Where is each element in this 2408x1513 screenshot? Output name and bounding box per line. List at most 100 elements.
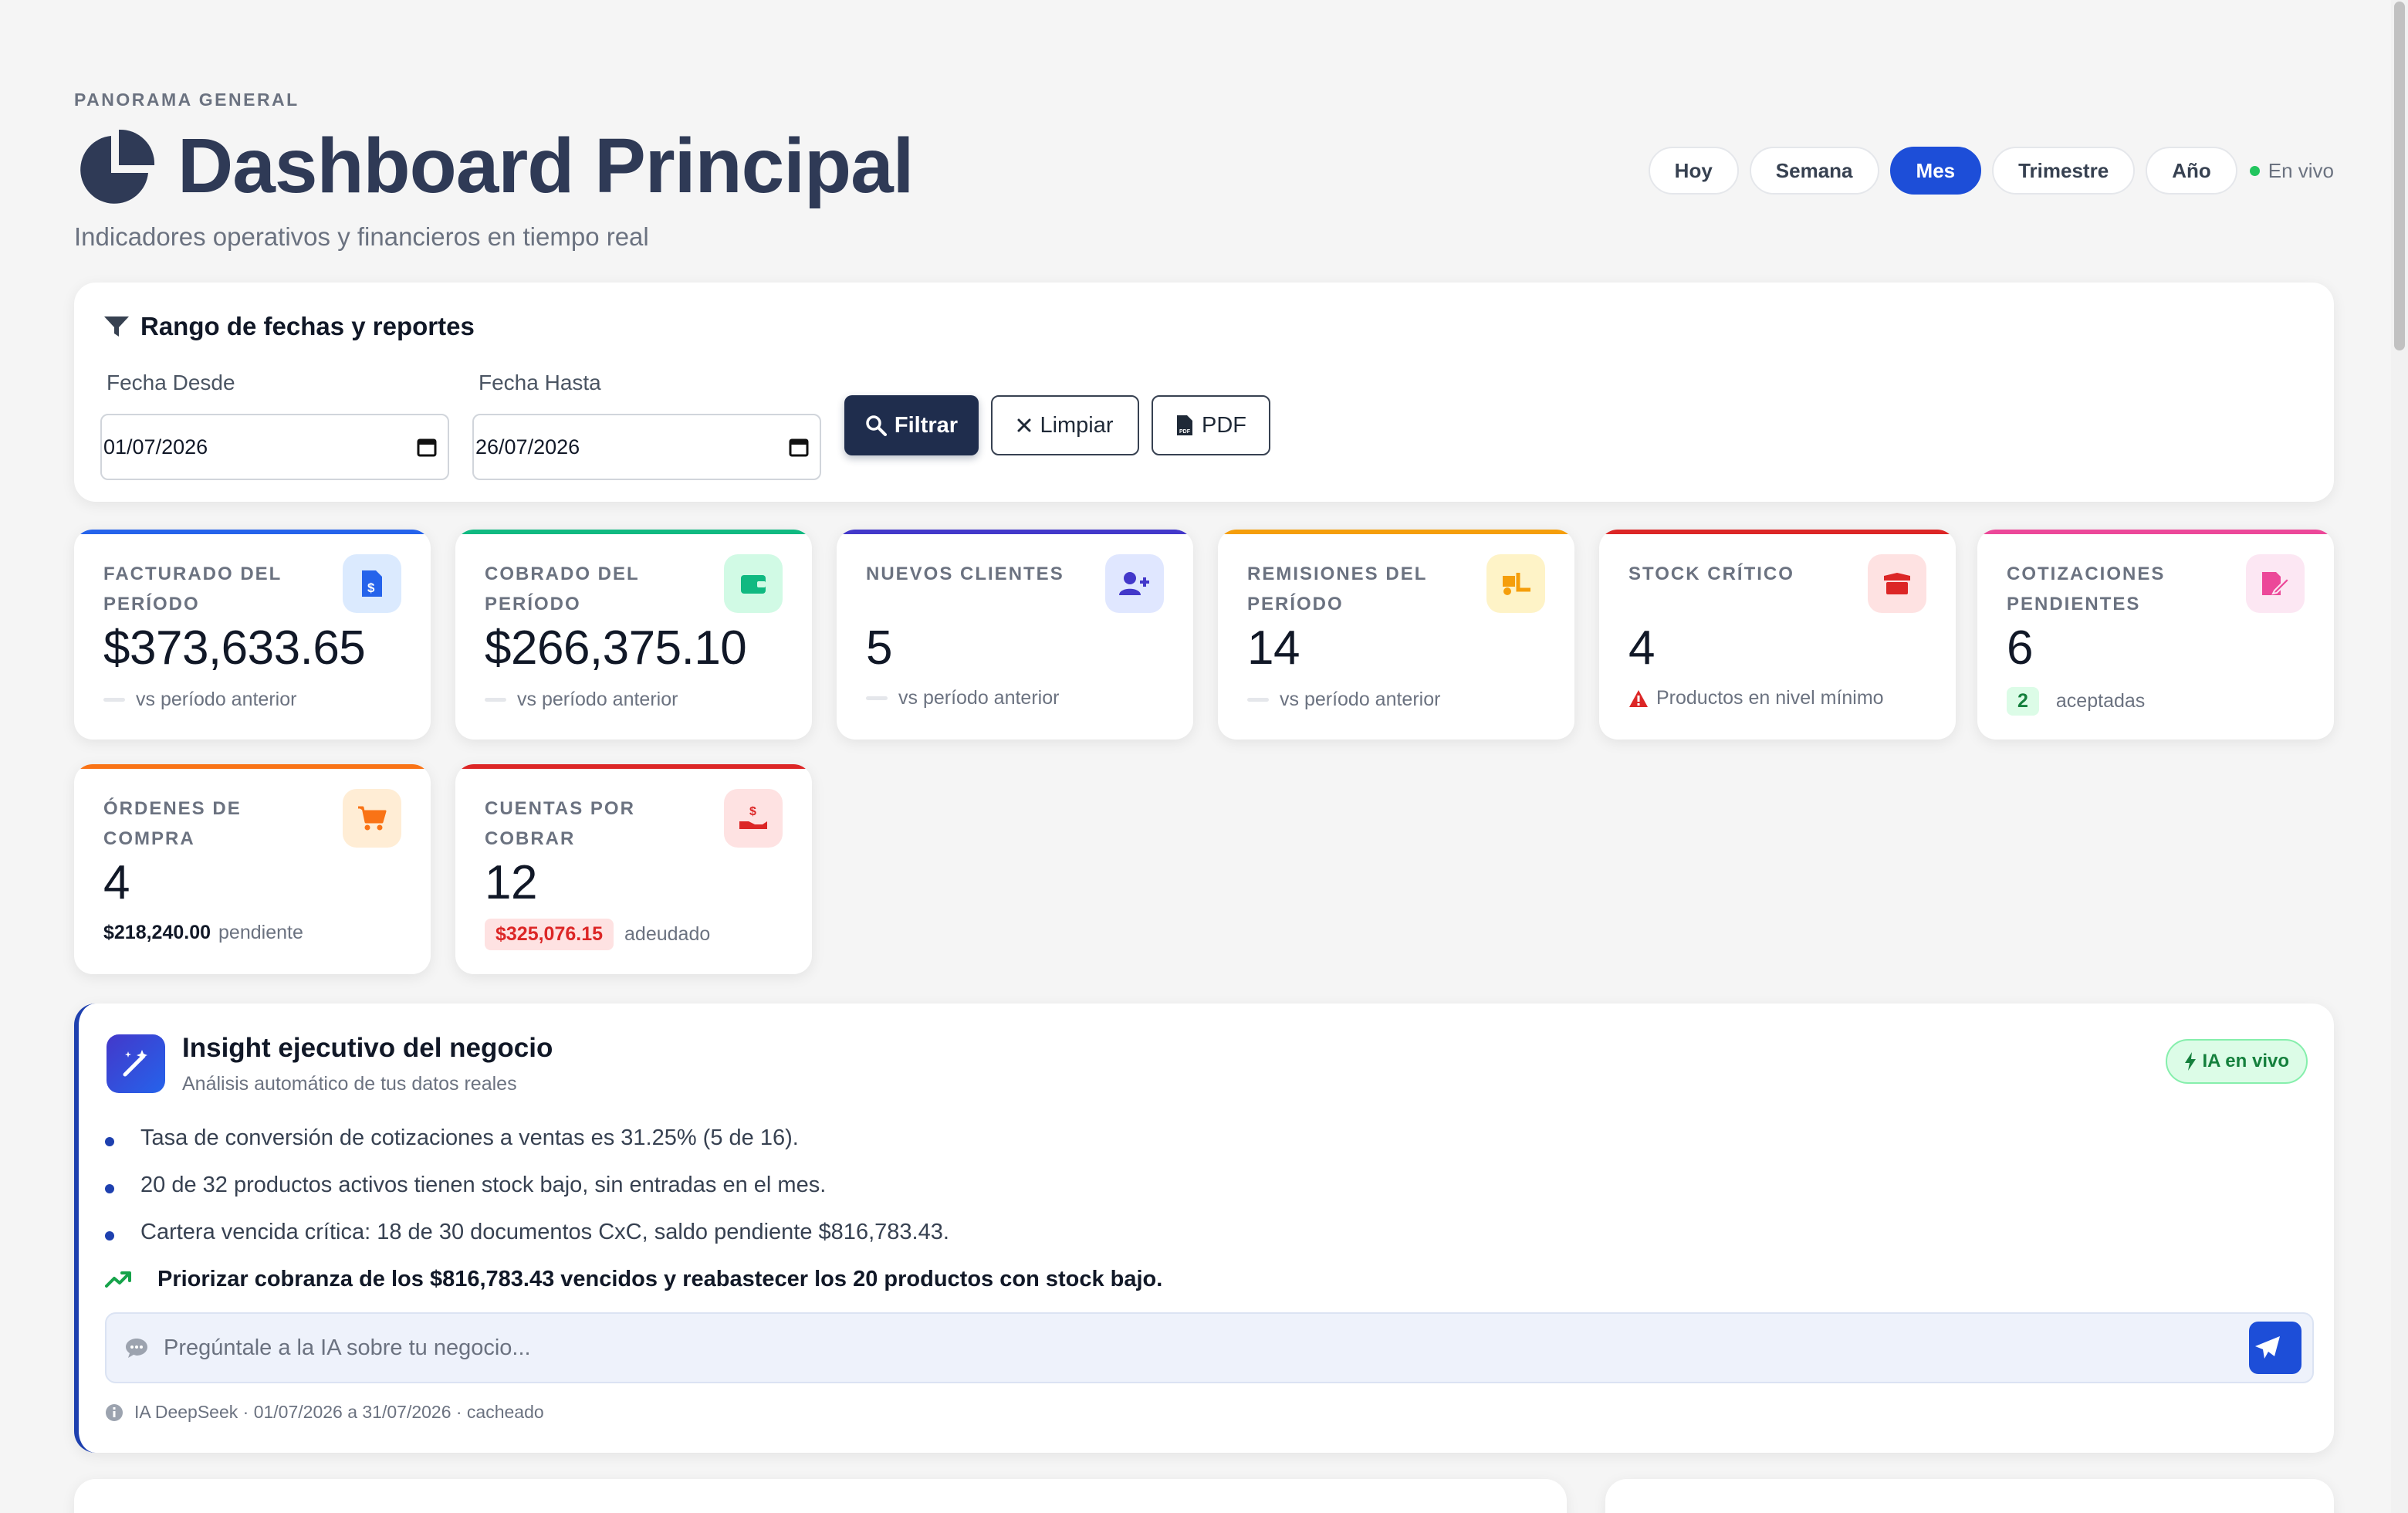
kpi-accent-bar xyxy=(455,764,812,769)
date-filter-card: Rango de fechas y reportes Fecha Desde 0… xyxy=(74,283,2334,502)
bullet-icon xyxy=(105,1183,114,1193)
kpi-value: 4 xyxy=(103,856,130,909)
date-from-input[interactable]: 01/07/2026 xyxy=(100,414,449,480)
kpi-label: Cotizaciones pendientes xyxy=(2007,564,2166,614)
kpi-card-nuevos-clientes[interactable]: Nuevos clientes 5 vs período anterior xyxy=(837,530,1193,740)
filter-icon xyxy=(104,316,129,337)
user-plus-icon xyxy=(1105,554,1164,613)
bolt-icon xyxy=(2184,1052,2196,1071)
date-to-label: Fecha Hasta xyxy=(479,371,601,394)
date-to-value: 26/07/2026 xyxy=(475,435,580,459)
bullet-icon xyxy=(105,1136,114,1146)
period-trimestre-button[interactable]: Trimestre xyxy=(1992,147,2136,195)
accepted-count-badge: 2 xyxy=(2007,687,2039,716)
live-dot-icon xyxy=(2249,165,2260,176)
calendar-icon xyxy=(789,438,809,457)
owed-amount-badge: $325,076.15 xyxy=(485,919,614,950)
shopping-cart-icon xyxy=(343,789,401,848)
trend-neutral-icon xyxy=(103,698,125,702)
page-scrollbar[interactable] xyxy=(2391,0,2408,1513)
hand-holding-dollar-icon: $ xyxy=(724,789,783,848)
clear-button-label: Limpiar xyxy=(1040,412,1114,438)
kpi-card-cobrado[interactable]: Cobrado del período $266,375.10 vs perío… xyxy=(455,530,812,740)
wallet-icon xyxy=(724,554,783,613)
kpi-value: 4 xyxy=(1628,621,1655,675)
date-to-input[interactable]: 26/07/2026 xyxy=(472,414,821,480)
kpi-value: 12 xyxy=(485,856,537,909)
kpi-footer: vs período anterior xyxy=(866,687,1059,709)
invoice-dollar-icon: $ xyxy=(343,554,401,613)
period-semana-button[interactable]: Semana xyxy=(1749,147,1879,195)
insight-list: Tasa de conversión de cotizaciones a ven… xyxy=(105,1115,1162,1302)
kpi-footer-text: vs período anterior xyxy=(1280,689,1441,710)
kpi-footer: Productos en nivel mínimo xyxy=(1628,687,1884,709)
insight-recommendation: Priorizar cobranza de los $816,783.43 ve… xyxy=(105,1256,1162,1302)
scrollbar-thumb[interactable] xyxy=(2394,2,2405,350)
svg-text:$: $ xyxy=(367,580,375,595)
period-hoy-button[interactable]: Hoy xyxy=(1648,147,1739,195)
bottom-card-right xyxy=(1605,1479,2334,1513)
page-subtitle: Indicadores operativos y financieros en … xyxy=(74,222,649,251)
kpi-card-stock-critico[interactable]: Stock crítico 4 Productos en nivel mínim… xyxy=(1599,530,1956,740)
kpi-value: $373,633.65 xyxy=(103,621,366,675)
period-mes-button[interactable]: Mes xyxy=(1889,147,1982,195)
insight-recommendation-text: Priorizar cobranza de los $816,783.43 ve… xyxy=(157,1266,1163,1291)
kpi-card-ordenes-compra[interactable]: Órdenes de compra 4 $218,240.00 pendient… xyxy=(74,764,431,974)
kpi-value: 6 xyxy=(2007,621,2033,675)
kpi-footer-text: adeudado xyxy=(624,923,711,945)
box-open-icon xyxy=(1868,554,1926,613)
insight-title: Insight ejecutivo del negocio xyxy=(182,1033,553,1063)
kpi-accent-bar xyxy=(455,530,812,534)
insight-item-text: Cartera vencida crítica: 18 de 30 docume… xyxy=(140,1220,949,1244)
kpi-footer-text: pendiente xyxy=(218,922,303,943)
insight-card: Insight ejecutivo del negocio Análisis a… xyxy=(74,1004,2334,1453)
live-label: En vivo xyxy=(2268,158,2334,182)
kpi-footer: 2 aceptadas xyxy=(2007,687,2145,716)
kpi-card-facturado[interactable]: Facturado del período $ $373,633.65 vs p… xyxy=(74,530,431,740)
kpi-label: Cobrado del período xyxy=(485,564,640,614)
kpi-footer-text: vs período anterior xyxy=(136,689,297,710)
kpi-card-cotizaciones[interactable]: Cotizaciones pendientes 6 2 aceptadas xyxy=(1977,530,2334,740)
trend-neutral-icon xyxy=(485,698,506,702)
page-eyebrow: PANORAMA GENERAL xyxy=(74,90,299,110)
ai-live-badge-text: IA en vivo xyxy=(2202,1051,2289,1071)
date-from-label: Fecha Desde xyxy=(107,371,235,394)
pdf-button[interactable]: PDF PDF xyxy=(1152,395,1270,455)
trend-up-icon xyxy=(105,1271,131,1288)
magic-wand-icon xyxy=(107,1034,165,1093)
kpi-footer: $218,240.00 pendiente xyxy=(103,922,303,944)
kpi-footer: $325,076.15 adeudado xyxy=(485,919,710,950)
pie-chart-icon xyxy=(80,129,155,204)
send-button[interactable] xyxy=(2249,1322,2301,1374)
truck-ramp-icon xyxy=(1486,554,1545,613)
date-from-value: 01/07/2026 xyxy=(103,435,208,459)
kpi-label: Nuevos clientes xyxy=(866,564,1064,584)
kpi-accent-bar xyxy=(837,530,1193,534)
kpi-label: Remisiones del período xyxy=(1247,564,1427,614)
insight-item-text: 20 de 32 productos activos tienen stock … xyxy=(140,1173,827,1197)
kpi-footer-text: vs período anterior xyxy=(898,687,1060,709)
live-indicator: En vivo xyxy=(2249,158,2334,183)
calendar-icon xyxy=(417,438,437,457)
kpi-footer: vs período anterior xyxy=(1247,689,1440,711)
filter-button[interactable]: Filtrar xyxy=(844,395,979,455)
insight-footer-text: IA DeepSeek · 01/07/2026 a 31/07/2026 · … xyxy=(134,1402,544,1422)
svg-text:$: $ xyxy=(749,805,756,818)
clear-button[interactable]: Limpiar xyxy=(991,395,1139,455)
kpi-footer: vs período anterior xyxy=(485,689,678,711)
filter-title: Rango de fechas y reportes xyxy=(103,312,475,341)
kpi-value: 5 xyxy=(866,621,892,675)
kpi-footer-text: aceptadas xyxy=(2055,690,2146,712)
insight-item-text: Tasa de conversión de cotizaciones a ven… xyxy=(140,1125,799,1150)
info-icon xyxy=(106,1403,123,1421)
filter-title-text: Rango de fechas y reportes xyxy=(140,312,475,340)
svg-text:PDF: PDF xyxy=(1179,429,1191,435)
kpi-card-cuentas-cobrar[interactable]: Cuentas por cobrar $ 12 $325,076.15 adeu… xyxy=(455,764,812,974)
kpi-footer-text: vs período anterior xyxy=(517,689,678,710)
kpi-card-remisiones[interactable]: Remisiones del período 14 vs período ant… xyxy=(1218,530,1574,740)
period-ano-button[interactable]: Año xyxy=(2146,147,2237,195)
paper-plane-icon xyxy=(2255,1336,2280,1359)
trend-neutral-icon xyxy=(866,696,888,700)
ask-ai-input[interactable]: Pregúntale a la IA sobre tu negocio... xyxy=(105,1312,2314,1383)
kpi-accent-bar xyxy=(1977,530,2334,534)
